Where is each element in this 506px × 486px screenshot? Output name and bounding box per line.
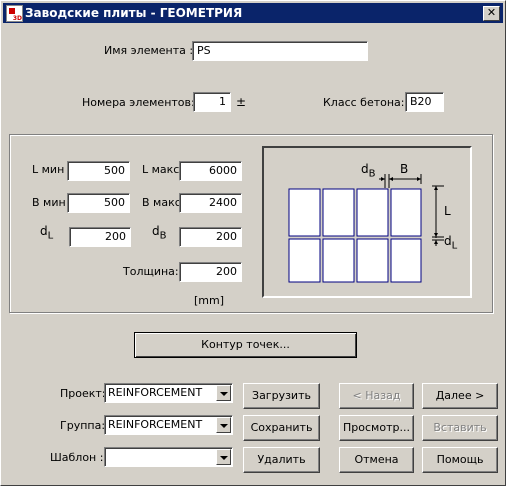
group-label: Группа: — [60, 419, 106, 432]
app-icon — [6, 5, 23, 22]
diagram-b-label: B — [400, 162, 409, 176]
template-label: Шаблон : — [50, 451, 104, 464]
db-label: dB — [152, 224, 167, 242]
chevron-down-icon[interactable] — [216, 417, 231, 433]
close-button[interactable]: ✕ — [483, 6, 500, 21]
load-button[interactable]: Загрузить — [243, 383, 320, 409]
element-name-input[interactable]: PS — [192, 41, 368, 61]
slab-cell — [288, 238, 321, 283]
element-numbers-label: Номера элементов: — [82, 96, 195, 109]
l-max-label: L макс — [142, 163, 180, 176]
element-name-label: Имя элемента : — [104, 44, 194, 57]
plus-minus-toggle[interactable]: ± — [236, 95, 246, 109]
title-bar[interactable]: Заводские плиты - ГЕОМЕТРИЯ ✕ — [3, 3, 503, 23]
save-button[interactable]: Сохранить — [243, 415, 320, 441]
project-select[interactable]: REINFORCEMENT — [104, 383, 233, 403]
unit-label: [mm] — [194, 294, 225, 307]
help-button[interactable]: Помощь — [422, 447, 498, 473]
concrete-class-input[interactable]: B20 — [405, 92, 444, 112]
thickness-input[interactable]: 200 — [179, 262, 242, 282]
slab-cell — [356, 188, 389, 237]
db-input[interactable]: 200 — [179, 227, 242, 247]
cancel-button[interactable]: Отмена — [339, 447, 414, 473]
contour-points-button[interactable]: Контур точек... — [134, 332, 357, 358]
chevron-down-icon[interactable] — [216, 449, 231, 465]
diagram-db-label: dB — [361, 162, 376, 180]
preview-button[interactable]: Просмотр... — [339, 415, 414, 441]
template-select[interactable] — [104, 447, 233, 467]
element-numbers-input[interactable]: 1 — [193, 92, 231, 112]
b-max-input[interactable]: 2400 — [179, 193, 242, 213]
slab-cell — [288, 188, 321, 237]
back-button[interactable]: < Назад — [339, 383, 414, 409]
dl-input[interactable]: 200 — [69, 227, 131, 247]
slab-cell — [390, 238, 422, 283]
chevron-down-icon[interactable] — [216, 385, 231, 401]
diagram-dl-label: dL — [444, 234, 458, 252]
diagram-l-label: L — [444, 204, 451, 218]
b-min-label: B мин — [32, 196, 66, 209]
slab-cell — [322, 188, 355, 237]
slab-cell — [356, 238, 389, 283]
slab-diagram: dB B L dL — [262, 146, 472, 298]
window-title: Заводские плиты - ГЕОМЕТРИЯ — [25, 6, 243, 20]
concrete-class-label: Класс бетона: — [323, 96, 405, 109]
insert-button[interactable]: Вставить — [422, 415, 498, 441]
l-min-input[interactable]: 500 — [67, 161, 130, 181]
group-select[interactable]: REINFORCEMENT — [104, 415, 233, 435]
l-min-label: L мин — [32, 163, 65, 176]
group-value: REINFORCEMENT — [108, 418, 203, 431]
b-min-input[interactable]: 500 — [67, 193, 130, 213]
slab-cell — [322, 238, 355, 283]
dl-label: dL — [40, 224, 54, 242]
next-button[interactable]: Далее > — [422, 383, 498, 409]
l-max-input[interactable]: 6000 — [179, 161, 242, 181]
project-value: REINFORCEMENT — [108, 386, 203, 399]
project-label: Проект: — [60, 387, 106, 400]
b-max-label: B макс — [142, 196, 181, 209]
thickness-label: Толщина: — [123, 265, 179, 278]
slab-cell — [390, 188, 422, 237]
delete-button[interactable]: Удалить — [243, 447, 320, 473]
